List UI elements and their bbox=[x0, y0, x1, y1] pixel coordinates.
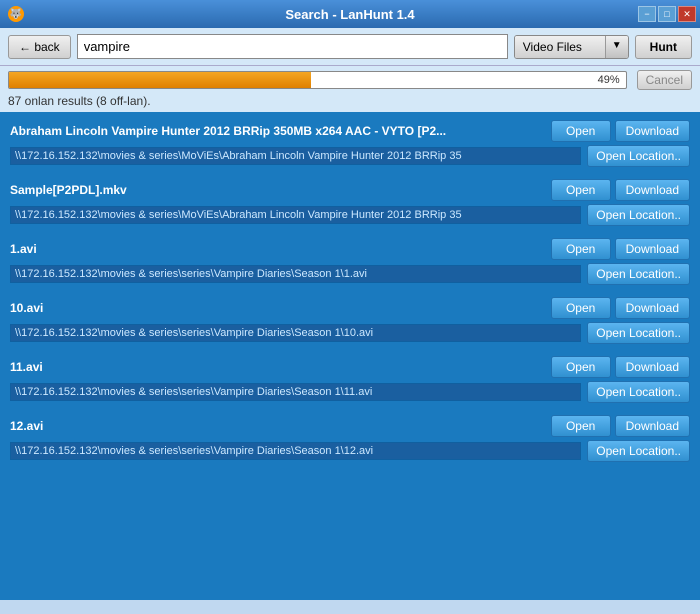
result-row-top: 12.avi Open Download bbox=[10, 415, 690, 437]
result-item: 11.avi Open Download \\172.16.152.132\mo… bbox=[4, 352, 696, 407]
back-button[interactable]: ← back bbox=[8, 35, 71, 59]
result-path: \\172.16.152.132\movies & series\series\… bbox=[10, 324, 581, 342]
filetype-dropdown-arrow[interactable]: ▼ bbox=[605, 36, 628, 58]
progress-bar: 49% bbox=[8, 71, 627, 89]
result-actions: Open Download bbox=[551, 120, 690, 142]
progress-area: 49% Cancel bbox=[0, 66, 700, 92]
result-row-bottom: \\172.16.152.132\movies & series\MoViEs\… bbox=[10, 204, 690, 226]
result-row-top: Abraham Lincoln Vampire Hunter 2012 BRRi… bbox=[10, 120, 690, 142]
open-location-button[interactable]: Open Location.. bbox=[587, 263, 690, 285]
open-button[interactable]: Open bbox=[551, 415, 611, 437]
open-button[interactable]: Open bbox=[551, 297, 611, 319]
maximize-button[interactable]: □ bbox=[658, 6, 676, 22]
progress-fill bbox=[9, 72, 311, 88]
result-filename: 11.avi bbox=[10, 360, 545, 374]
result-actions: Open Download bbox=[551, 356, 690, 378]
result-item: Abraham Lincoln Vampire Hunter 2012 BRRi… bbox=[4, 116, 696, 171]
result-row-top: Sample[P2PDL].mkv Open Download bbox=[10, 179, 690, 201]
result-row-bottom: \\172.16.152.132\movies & series\series\… bbox=[10, 322, 690, 344]
result-path: \\172.16.152.132\movies & series\MoViEs\… bbox=[10, 206, 581, 224]
hunt-button[interactable]: Hunt bbox=[635, 35, 692, 59]
result-row-bottom: \\172.16.152.132\movies & series\series\… bbox=[10, 440, 690, 462]
result-actions: Open Download bbox=[551, 238, 690, 260]
download-button[interactable]: Download bbox=[615, 238, 690, 260]
open-location-button[interactable]: Open Location.. bbox=[587, 322, 690, 344]
download-button[interactable]: Download bbox=[615, 356, 690, 378]
result-item: 1.avi Open Download \\172.16.152.132\mov… bbox=[4, 234, 696, 289]
minimize-button[interactable]: − bbox=[638, 6, 656, 22]
open-location-button[interactable]: Open Location.. bbox=[587, 440, 690, 462]
result-row-bottom: \\172.16.152.132\movies & series\series\… bbox=[10, 381, 690, 403]
open-location-button[interactable]: Open Location.. bbox=[587, 204, 690, 226]
result-filename: 12.avi bbox=[10, 419, 545, 433]
result-actions: Open Download bbox=[551, 415, 690, 437]
window-title: Search - LanHunt 1.4 bbox=[285, 7, 414, 22]
result-item: 10.avi Open Download \\172.16.152.132\mo… bbox=[4, 293, 696, 348]
result-actions: Open Download bbox=[551, 179, 690, 201]
result-item: 12.avi Open Download \\172.16.152.132\mo… bbox=[4, 411, 696, 466]
result-row-bottom: \\172.16.152.132\movies & series\MoViEs\… bbox=[10, 145, 690, 167]
cancel-button[interactable]: Cancel bbox=[637, 70, 692, 90]
open-button[interactable]: Open bbox=[551, 356, 611, 378]
result-path: \\172.16.152.132\movies & series\series\… bbox=[10, 265, 581, 283]
close-button[interactable]: ✕ bbox=[678, 6, 696, 22]
progress-text: 49% bbox=[598, 74, 620, 86]
open-location-button[interactable]: Open Location.. bbox=[587, 145, 690, 167]
result-path: \\172.16.152.132\movies & series\MoViEs\… bbox=[10, 147, 581, 165]
result-item: Sample[P2PDL].mkv Open Download \\172.16… bbox=[4, 175, 696, 230]
result-filename: Sample[P2PDL].mkv bbox=[10, 183, 545, 197]
app-icon: 🐺 bbox=[8, 6, 24, 22]
result-row-top: 1.avi Open Download bbox=[10, 238, 690, 260]
toolbar: ← back Video Files ▼ Hunt bbox=[0, 28, 700, 66]
result-actions: Open Download bbox=[551, 297, 690, 319]
filetype-selector[interactable]: Video Files ▼ bbox=[514, 35, 629, 59]
open-button[interactable]: Open bbox=[551, 179, 611, 201]
download-button[interactable]: Download bbox=[615, 297, 690, 319]
download-button[interactable]: Download bbox=[615, 179, 690, 201]
result-filename: 1.avi bbox=[10, 242, 545, 256]
filetype-label[interactable]: Video Files bbox=[515, 36, 605, 58]
result-filename: Abraham Lincoln Vampire Hunter 2012 BRRi… bbox=[10, 124, 545, 138]
results-list: Abraham Lincoln Vampire Hunter 2012 BRRi… bbox=[0, 112, 700, 600]
open-location-button[interactable]: Open Location.. bbox=[587, 381, 690, 403]
open-button[interactable]: Open bbox=[551, 238, 611, 260]
title-bar: 🐺 Search - LanHunt 1.4 − □ ✕ bbox=[0, 0, 700, 28]
result-path: \\172.16.152.132\movies & series\series\… bbox=[10, 383, 581, 401]
result-filename: 10.avi bbox=[10, 301, 545, 315]
result-row-bottom: \\172.16.152.132\movies & series\series\… bbox=[10, 263, 690, 285]
result-row-top: 10.avi Open Download bbox=[10, 297, 690, 319]
result-path: \\172.16.152.132\movies & series\series\… bbox=[10, 442, 581, 460]
open-button[interactable]: Open bbox=[551, 120, 611, 142]
download-button[interactable]: Download bbox=[615, 415, 690, 437]
search-input[interactable] bbox=[77, 34, 508, 59]
result-row-top: 11.avi Open Download bbox=[10, 356, 690, 378]
download-button[interactable]: Download bbox=[615, 120, 690, 142]
window-controls: − □ ✕ bbox=[638, 6, 696, 22]
results-label: 87 onlan results (8 off-lan). bbox=[0, 92, 700, 112]
